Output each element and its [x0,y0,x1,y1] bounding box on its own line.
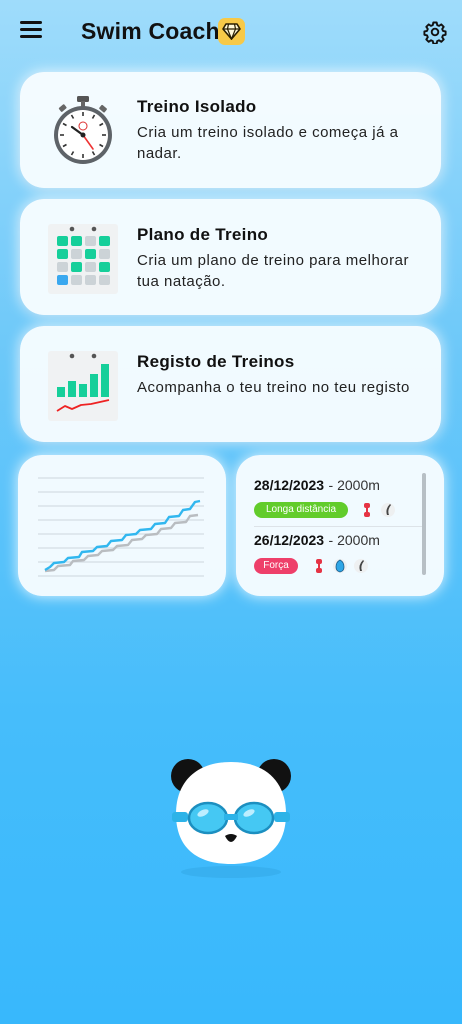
card-title: Registo de Treinos [137,352,295,371]
fins-icon [354,559,368,573]
tag-badge: Longa distância [254,502,348,518]
history-entry[interactable]: 26/12/2023 - 2000m [254,532,424,550]
history-distance: - 2000m [328,532,380,548]
card-title: Plano de Treino [137,225,269,244]
bar-chart-icon [48,349,118,421]
menu-icon[interactable] [20,21,44,41]
pull-buoy-icon [364,503,370,517]
app-title: Swim Coach [81,18,220,44]
history-entry[interactable]: 28/12/2023 - 2000m [254,477,424,495]
tag-badge: Força [254,558,298,574]
card-treino-isolado[interactable]: Treino Isolado Cria um treino isolado e … [20,72,441,188]
fins-icon [381,503,395,517]
progress-chart-card[interactable] [18,455,226,596]
history-distance: - 2000m [328,477,380,493]
training-history-card[interactable]: 28/12/2023 - 2000m Longa distância 26/12… [236,455,444,596]
card-description: Acompanha o teu treino no teu registo [137,379,410,396]
history-date: 26/12/2023 [254,532,325,548]
history-date: 28/12/2023 [254,477,325,493]
panda-mascot-icon [171,759,291,878]
card-description: Cria um treino isolado e começa já a nad… [137,124,399,162]
stopwatch-icon [48,94,118,164]
card-plano-de-treino[interactable]: Plano de Treino Cria um plano de treino … [20,199,441,315]
card-description: Cria um plano de treino para melhorar tu… [137,252,409,290]
diamond-icon[interactable] [218,18,245,45]
gear-icon[interactable] [423,20,447,45]
history-divider [254,526,422,527]
history-scrollbar[interactable] [422,473,426,575]
progress-line-chart [38,477,204,577]
top-bar: Swim Coach [0,0,462,64]
calendar-icon [48,222,118,294]
pull-buoy-icon [316,559,322,573]
paddles-icon [333,559,347,573]
card-title: Treino Isolado [137,97,257,116]
card-registo-de-treinos[interactable]: Registo de Treinos Acompanha o teu trein… [20,326,441,442]
